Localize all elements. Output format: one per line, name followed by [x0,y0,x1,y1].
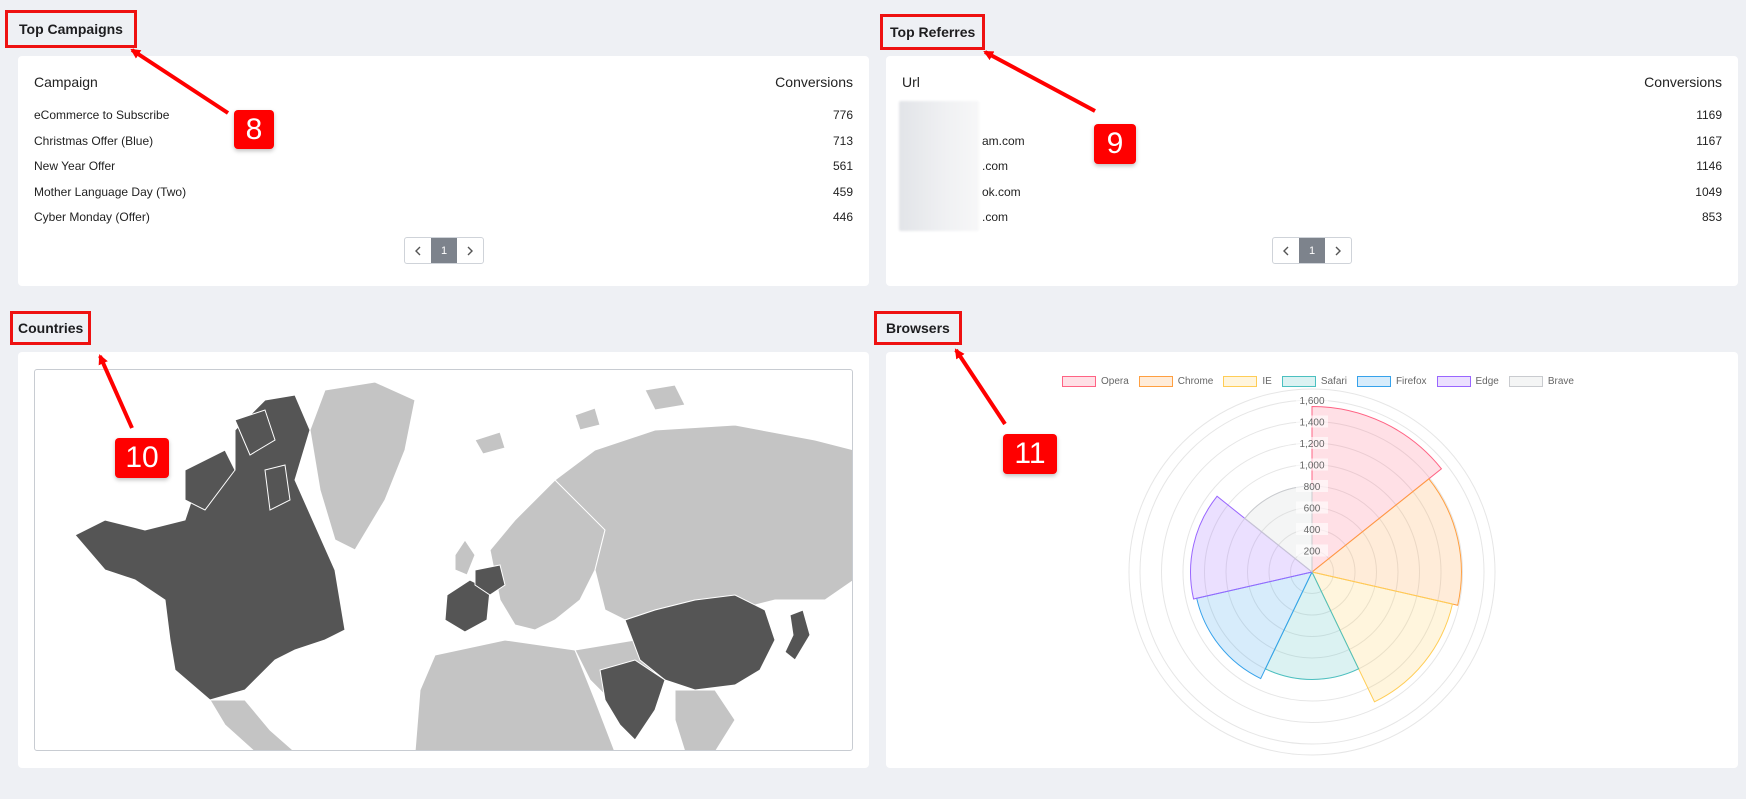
polar-area-chart: 200 400 600 800 1,000 1,200 1,400 1,600 [1128,388,1496,756]
top-referrers-title: Top Referres [880,14,986,50]
referrers-pagination: 1 [1272,237,1352,264]
browsers-title: Browsers [874,311,962,345]
radial-tick-label: 400 [1304,525,1321,536]
conversions-column-header: Conversions [775,74,853,90]
table-row[interactable]: .com 1146 [902,159,1722,185]
chevron-right-icon[interactable] [1325,238,1351,263]
radial-tick-label: 800 [1304,482,1321,493]
top-referrers-card: Url Conversions 1169 am.com 1167 .com 1146… [886,56,1738,286]
conversion-count: 776 [832,108,853,122]
conversion-count: 1049 [1695,184,1722,199]
table-row[interactable]: Cyber Monday (Offer) 446 [34,210,853,236]
conversion-count: 1167 [1696,133,1722,148]
referrers-table-header: Url Conversions [902,74,1722,94]
annotation-badge-8: 8 [234,110,274,149]
top-campaigns-title: Top Campaigns [5,10,137,48]
redacted-url-blur [899,101,979,231]
page-number-button[interactable]: 1 [431,238,457,263]
table-row[interactable]: eCommerce to Subscribe 776 [34,108,853,134]
campaign-name: New Year Offer [34,159,116,173]
conversions-column-header: Conversions [1644,74,1722,90]
campaigns-pagination: 1 [404,237,484,264]
conversion-count: 1146 [1696,159,1722,173]
chevron-right-icon[interactable] [457,238,483,263]
radial-tick-label: 1,200 [1299,439,1324,450]
table-row[interactable]: 1169 [902,108,1722,134]
referrer-url: ok.com [982,184,1021,199]
map-region-japan [784,609,811,661]
top-campaigns-card: Campaign Conversions eCommerce to Subscr… [18,56,869,286]
referrer-url: .com [982,210,1009,224]
radial-tick-label: 1,000 [1299,461,1324,472]
campaign-name: eCommerce to Subscribe [34,108,170,122]
radial-tick-label: 1,600 [1299,396,1324,407]
radial-tick-label: 1,400 [1299,418,1324,429]
campaign-column-header: Campaign [34,74,98,90]
map-region-greenland [309,381,416,551]
radial-tick-label: 600 [1304,504,1321,515]
conversion-count: 853 [1701,210,1722,224]
campaign-name: Cyber Monday (Offer) [34,210,150,224]
url-column-header: Url [902,74,920,90]
chevron-left-icon[interactable] [1273,238,1299,263]
campaign-name: Christmas Offer (Blue) [34,133,154,148]
conversion-count: 446 [832,210,853,224]
table-row[interactable]: New Year Offer 561 [34,159,853,185]
conversion-count: 713 [832,133,853,148]
world-map[interactable] [34,369,853,751]
chevron-left-icon[interactable] [405,238,431,263]
annotation-badge-11: 11 [1003,434,1057,474]
conversion-count: 561 [832,159,853,173]
countries-card [18,352,869,768]
countries-title: Countries [10,311,92,345]
table-row[interactable]: .com 853 [902,210,1722,236]
campaigns-table-body: eCommerce to Subscribe 776 Christmas Offe… [34,108,853,236]
table-row[interactable]: Mother Language Day (Two) 459 [34,185,853,211]
table-row[interactable]: Christmas Offer (Blue) 713 [34,134,853,160]
campaign-name: Mother Language Day (Two) [34,184,187,199]
annotation-badge-9: 9 [1094,124,1136,164]
radial-tick-label: 200 [1304,547,1321,558]
table-row[interactable]: ok.com 1049 [902,185,1722,211]
table-row[interactable]: am.com 1167 [902,134,1722,160]
campaigns-table-header: Campaign Conversions [34,74,853,94]
map-region-central-america [209,699,294,750]
conversion-count: 459 [832,184,853,199]
page-number-button[interactable]: 1 [1299,238,1325,263]
referrers-table-body: 1169 am.com 1167 .com 1146 ok.com 1049 .com… [902,108,1722,236]
conversion-count: 1169 [1696,108,1722,122]
browsers-card: Opera Chrome IE Safari Firefox Edge Brave 200 4… [886,352,1738,768]
referrer-url: am.com [982,133,1025,148]
referrer-url: .com [982,159,1009,173]
map-region-asia [554,424,852,621]
annotation-badge-10: 10 [115,438,169,478]
